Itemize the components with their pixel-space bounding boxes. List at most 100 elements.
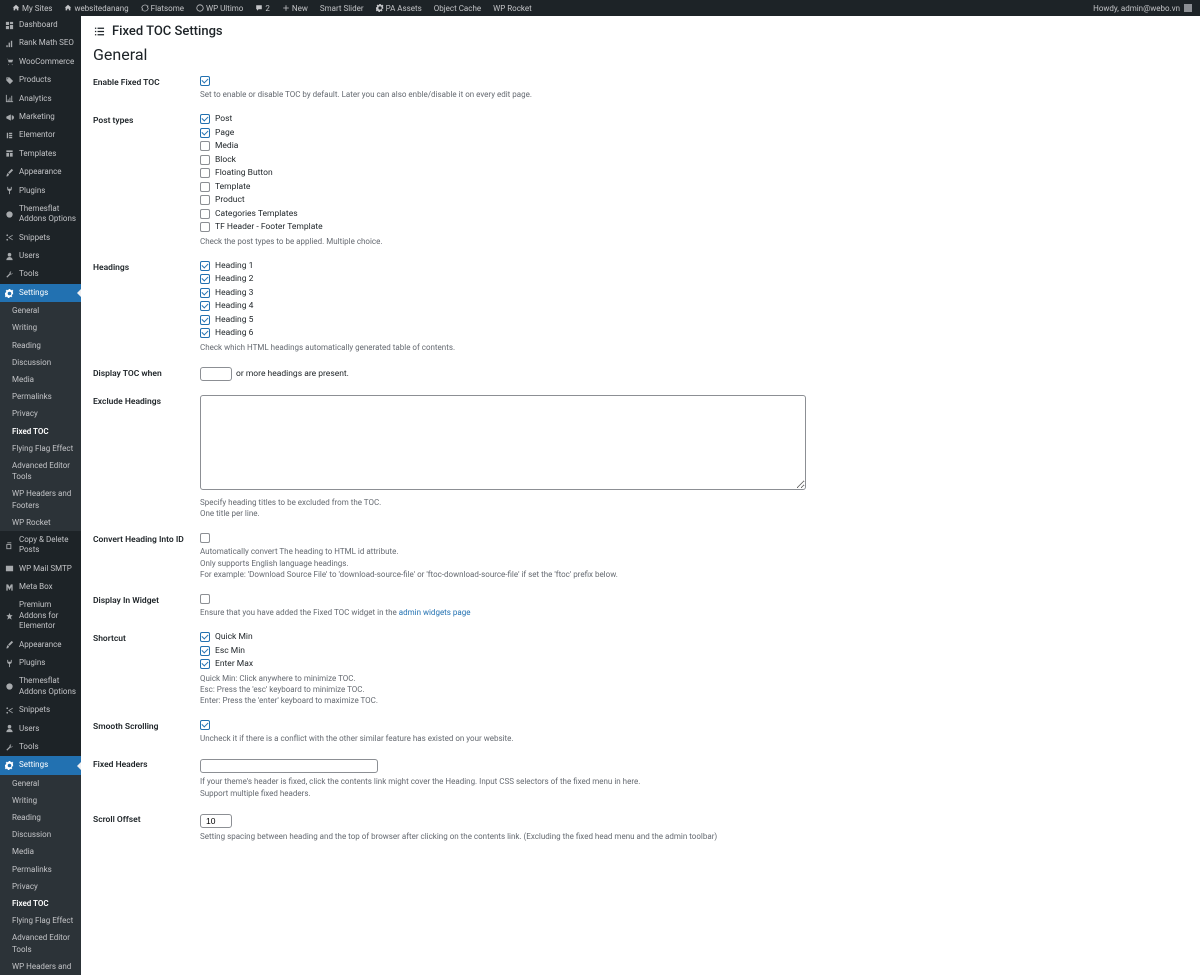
sidebar-item[interactable]: Rank Math SEO (0, 34, 81, 52)
heading-checkbox[interactable] (200, 288, 210, 298)
submenu-item[interactable]: Media (0, 843, 81, 860)
heading-label: Heading 6 (215, 328, 253, 338)
sidebar-item[interactable]: Marketing (0, 108, 81, 126)
submenu-item[interactable]: WP Headers and Footers (0, 485, 81, 513)
sidebar-item[interactable]: Elementor (0, 126, 81, 144)
posttype-checkbox[interactable] (200, 168, 210, 178)
topbar-item[interactable]: websitedanang (60, 4, 132, 13)
sidebar-item-settings-dup[interactable]: Settings (0, 756, 81, 774)
posttype-checkbox[interactable] (200, 155, 210, 165)
posttype-checkbox[interactable] (200, 182, 210, 192)
sidebar-item-settings[interactable]: Settings (0, 284, 81, 302)
posttype-label: Block (215, 155, 236, 165)
submenu-item[interactable]: Advanced Editor Tools (0, 929, 81, 957)
shortcut-checkbox[interactable] (200, 659, 210, 669)
sidebar-item[interactable]: Copy & Delete Posts (0, 531, 81, 560)
submenu-item[interactable]: Reading (0, 337, 81, 354)
posttype-checkbox[interactable] (200, 222, 210, 232)
heading-checkbox[interactable] (200, 274, 210, 284)
heading-checkbox[interactable] (200, 315, 210, 325)
widget-link[interactable]: admin widgets page (399, 608, 471, 617)
submenu-item[interactable]: Privacy (0, 405, 81, 422)
exclude-textarea[interactable] (200, 395, 806, 490)
sidebar-item[interactable]: Tools (0, 265, 81, 283)
heading-checkbox[interactable] (200, 261, 210, 271)
submenu-item[interactable]: General (0, 775, 81, 792)
submenu-item[interactable]: Media (0, 371, 81, 388)
enable-checkbox[interactable] (200, 76, 210, 86)
topbar-item[interactable]: Object Cache (430, 4, 485, 13)
submenu-item[interactable]: Permalinks (0, 861, 81, 878)
scrolloffset-label: Scroll Offset (93, 813, 200, 825)
topbar-item[interactable]: WP Rocket (489, 4, 536, 13)
submenu-item[interactable]: Flying Flag Effect (0, 912, 81, 929)
shortcut-checkbox[interactable] (200, 632, 210, 642)
displaywhen-input[interactable] (200, 367, 232, 381)
topbar-item[interactable]: PA Assets (372, 4, 426, 13)
submenu-item[interactable]: WP Rocket (0, 514, 81, 531)
smooth-checkbox[interactable] (200, 720, 210, 730)
sidebar-item[interactable]: Snippets (0, 701, 81, 719)
enable-desc: Set to enable or disable TOC by default.… (200, 89, 1186, 100)
sidebar-item[interactable]: Products (0, 71, 81, 89)
shortcut-checkbox[interactable] (200, 646, 210, 656)
sidebar-item[interactable]: Templates (0, 145, 81, 163)
heading-checkbox[interactable] (200, 301, 210, 311)
posttype-checkbox[interactable] (200, 141, 210, 151)
fixedheaders-input[interactable] (200, 759, 378, 773)
avatar[interactable] (1184, 4, 1192, 12)
posttype-checkbox[interactable] (200, 195, 210, 205)
headings-desc: Check which HTML headings automatically … (200, 342, 1186, 353)
convert-checkbox[interactable] (200, 533, 210, 543)
sidebar-item[interactable]: Analytics (0, 90, 81, 108)
topbar-item[interactable]: Flatsome (137, 4, 188, 13)
submenu-item[interactable]: Permalinks (0, 388, 81, 405)
sidebar-item[interactable]: WP Mail SMTP (0, 560, 81, 578)
sidebar-item-label: WooCommerce (19, 57, 74, 67)
howdy-text[interactable]: Howdy, admin@webo.vn (1093, 4, 1180, 13)
submenu-item[interactable]: Discussion (0, 354, 81, 371)
submenu-item[interactable]: General (0, 302, 81, 319)
sidebar-item[interactable]: Appearance (0, 163, 81, 181)
sidebar-item[interactable]: Users (0, 720, 81, 738)
smooth-label: Smooth Scrolling (93, 720, 200, 732)
submenu-item[interactable]: Fixed TOC (0, 423, 81, 440)
submenu-item[interactable]: Fixed TOC (0, 895, 81, 912)
sidebar-item[interactable]: Appearance (0, 636, 81, 654)
posttype-label: Media (215, 141, 238, 151)
submenu-item[interactable]: Writing (0, 319, 81, 336)
sidebar-item[interactable]: Tools (0, 738, 81, 756)
heading-label: Heading 4 (215, 301, 253, 311)
sidebar-item[interactable]: Users (0, 247, 81, 265)
sidebar-item[interactable]: Meta Box (0, 578, 81, 596)
posttype-checkbox[interactable] (200, 128, 210, 138)
posttype-label: Categories Templates (215, 209, 298, 219)
topbar-item[interactable]: WP Ultimo (192, 4, 247, 13)
heading-checkbox[interactable] (200, 328, 210, 338)
topbar-item[interactable]: 2 (251, 4, 274, 13)
topbar-item[interactable]: My Sites (8, 4, 56, 13)
sidebar-item[interactable]: Plugins (0, 654, 81, 672)
scrolloffset-input[interactable] (200, 814, 232, 828)
topbar-item[interactable]: Smart Slider (316, 4, 368, 13)
posttype-checkbox[interactable] (200, 209, 210, 219)
sidebar-item[interactable]: WooCommerce (0, 53, 81, 71)
submenu-item[interactable]: WP Headers and (0, 958, 81, 975)
submenu-item[interactable]: Flying Flag Effect (0, 440, 81, 457)
sidebar-item[interactable]: Plugins (0, 182, 81, 200)
topbar-item[interactable]: New (278, 4, 312, 13)
sidebar-item[interactable]: Premium Addons for Elementor (0, 596, 81, 635)
sidebar-item[interactable]: Dashboard (0, 16, 81, 34)
submenu-item[interactable]: Reading (0, 809, 81, 826)
submenu-item[interactable]: Privacy (0, 878, 81, 895)
submenu-item[interactable]: Writing (0, 792, 81, 809)
sidebar-item[interactable]: Snippets (0, 229, 81, 247)
widget-checkbox[interactable] (200, 594, 210, 604)
submenu-item[interactable]: Advanced Editor Tools (0, 457, 81, 485)
sidebar-item-label: Settings (19, 760, 48, 770)
submenu-item[interactable]: Discussion (0, 826, 81, 843)
sidebar-item-label: Tools (19, 269, 39, 279)
sidebar-item[interactable]: Themesflat Addons Options (0, 200, 81, 229)
sidebar-item[interactable]: Themesflat Addons Options (0, 672, 81, 701)
posttype-checkbox[interactable] (200, 114, 210, 124)
